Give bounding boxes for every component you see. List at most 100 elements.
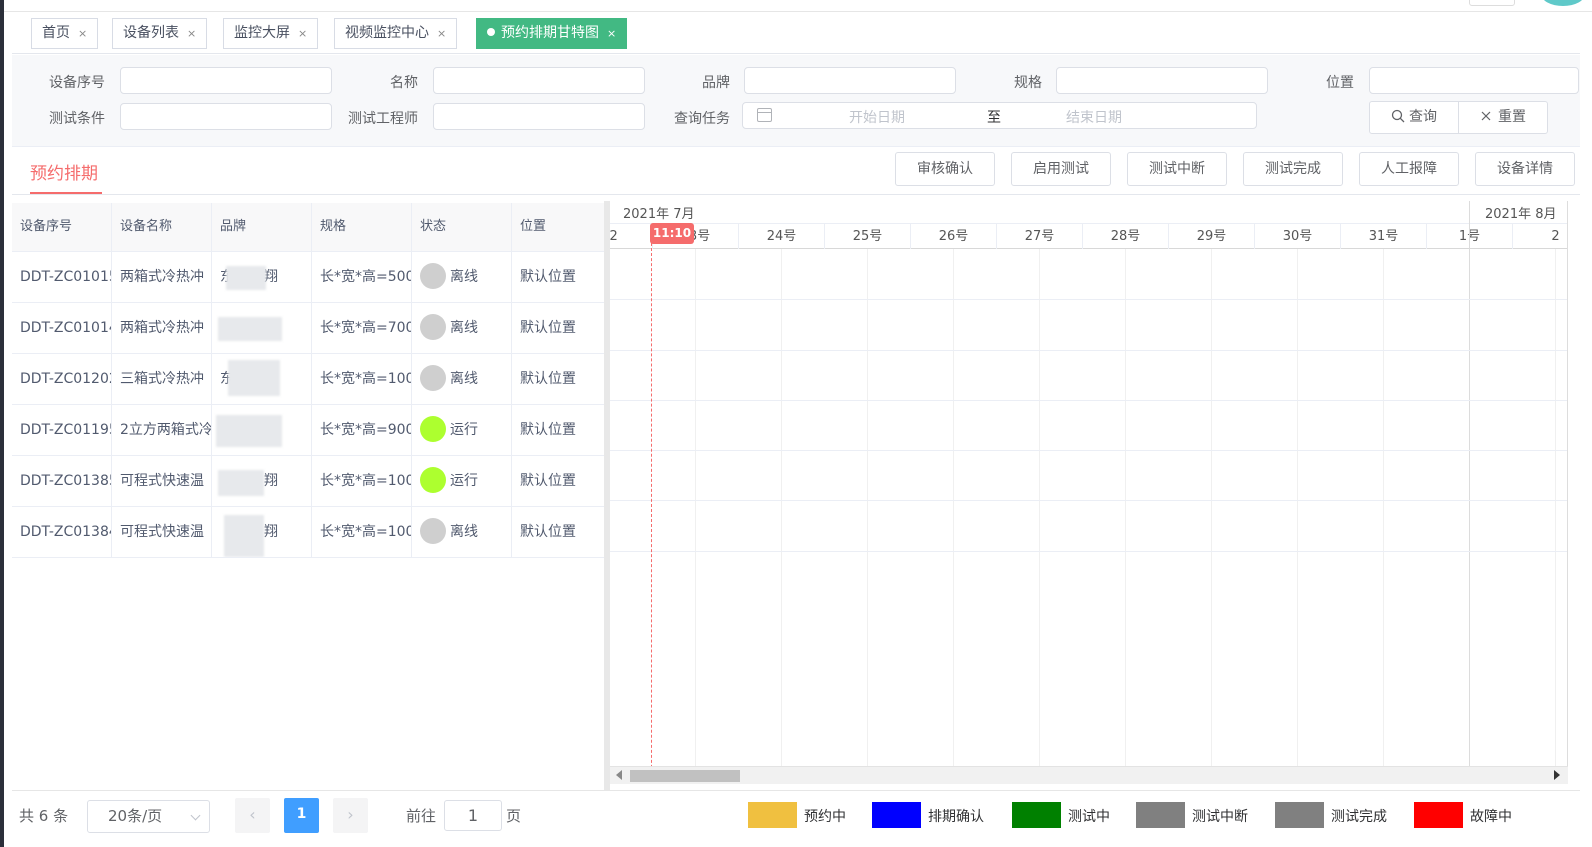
cell-serial: DDT-ZC01385 [12, 456, 112, 506]
cell-location: 默认位置 [512, 252, 612, 302]
tab-label: 设备列表 [123, 25, 179, 41]
col-location[interactable]: 位置 [512, 203, 612, 252]
col-spec[interactable]: 规格 [312, 203, 412, 252]
tab-schedule[interactable]: 预约排期 [30, 159, 98, 184]
legend-label: 故障中 [1470, 809, 1512, 825]
grid-row-line [610, 299, 1567, 300]
gantt-day: 27号 [996, 224, 1082, 249]
status-text: 离线 [450, 524, 478, 540]
brand-label: 品牌 [702, 75, 730, 91]
close-icon[interactable]: × [607, 27, 616, 40]
page-size-select[interactable]: 20条/页 [87, 800, 210, 833]
brand-input[interactable] [744, 67, 956, 94]
cell-spec: 长*宽*高=900 [312, 405, 412, 455]
status-dot-icon [420, 466, 446, 493]
close-icon[interactable]: × [437, 27, 446, 40]
avatar[interactable] [1541, 0, 1585, 6]
tab-gantt[interactable]: 预约排期甘特图 × [476, 18, 628, 49]
table-row[interactable]: DDT-ZC01384 可程式快速温 翔 长*宽*高=100 离线 默认位置 [12, 507, 612, 558]
card-header: 预约排期 审核确认 启用测试 测试中断 测试完成 人工报障 设备详情 [12, 147, 1580, 195]
navbar-button[interactable] [1469, 0, 1515, 6]
reset-button[interactable]: 重置 [1458, 101, 1548, 134]
scrollbar-thumb[interactable] [630, 770, 740, 782]
next-page-button[interactable]: › [333, 798, 368, 833]
name-input[interactable] [433, 67, 645, 94]
redacted-mask [226, 266, 266, 290]
gantt-chart: 2021年 7月 2021年 8月 22 23号 24号 25号 26号 27号… [610, 201, 1568, 781]
grid-row-line [610, 450, 1567, 451]
cell-location: 默认位置 [512, 507, 612, 557]
close-icon[interactable]: × [78, 27, 87, 40]
col-status[interactable]: 状态 [412, 203, 512, 252]
table-row[interactable]: DDT-ZC01195 2立方两箱式冷 长*宽*高=900 运行 默认位置 [12, 405, 612, 456]
scroll-right-icon[interactable] [1554, 770, 1560, 780]
table-row[interactable]: DDT-ZC01014 两箱式冷热冲 长*宽*高=700 离线 默认位置 [12, 303, 612, 354]
gantt-day: 25号 [824, 224, 910, 249]
tab-label: 监控大屏 [234, 25, 290, 41]
table-row[interactable]: DDT-ZC01202 三箱式冷热冲 东 长*宽*高=100 离线 默认位置 [12, 354, 612, 405]
tab-monitor-screen[interactable]: 监控大屏 × [223, 18, 319, 49]
approve-button[interactable]: 审核确认 [895, 152, 995, 186]
table-row[interactable]: DDT-ZC01015 两箱式冷热冲 东翔 长*宽*高=500 离线 默认位置 [12, 252, 612, 303]
prev-page-button[interactable]: ‹ [235, 798, 270, 833]
col-name[interactable]: 设备名称 [112, 203, 212, 252]
grid-line [867, 249, 868, 781]
legend-label: 排期确认 [928, 809, 984, 825]
legend-swatch [1414, 802, 1463, 828]
task-label: 查询任务 [674, 111, 730, 127]
status-text: 运行 [450, 473, 478, 489]
query-label: 查询 [1409, 109, 1437, 125]
grid-line [1555, 249, 1556, 781]
cell-name: 两箱式冷热冲 [112, 252, 212, 302]
gantt-day: 22 [610, 224, 652, 249]
condition-input[interactable] [120, 103, 332, 130]
sidebar-edge [0, 0, 4, 847]
gantt-month-july: 2021年 7月 [623, 207, 695, 222]
tab-label: 预约排期甘特图 [501, 25, 599, 41]
cell-spec: 长*宽*高=100 [312, 354, 412, 404]
col-serial[interactable]: 设备序号 [12, 203, 112, 252]
top-navbar [4, 0, 1592, 12]
grid-row-line [610, 551, 1567, 552]
start-test-button[interactable]: 启用测试 [1011, 152, 1111, 186]
query-button[interactable]: 查询 [1369, 101, 1459, 134]
grid-line [1039, 249, 1040, 781]
page-1-button[interactable]: 1 [284, 798, 319, 833]
close-icon[interactable]: × [187, 27, 196, 40]
month-divider [1469, 201, 1470, 781]
device-detail-button[interactable]: 设备详情 [1475, 152, 1575, 186]
current-time-badge: 11:10 [650, 223, 694, 244]
engineer-input[interactable] [433, 103, 645, 130]
redacted-mask [218, 317, 282, 341]
serial-input[interactable] [120, 67, 332, 94]
legend-label: 预约中 [804, 809, 846, 825]
table-row[interactable]: DDT-ZC01385 可程式快速温 翔 长*宽*高=100 运行 默认位置 [12, 456, 612, 507]
location-label: 位置 [1326, 75, 1354, 91]
complete-test-button[interactable]: 测试完成 [1243, 152, 1343, 186]
cell-serial: DDT-ZC01015 [12, 252, 112, 302]
spec-input[interactable] [1056, 67, 1268, 94]
cell-name: 2立方两箱式冷 [112, 405, 212, 455]
location-input[interactable] [1369, 67, 1579, 94]
scroll-left-icon[interactable] [616, 770, 622, 780]
report-fault-button[interactable]: 人工报障 [1359, 152, 1459, 186]
grid-line [781, 249, 782, 781]
table-header: 设备序号 设备名称 品牌 规格 状态 位置 [12, 203, 612, 252]
end-date-input[interactable]: 结束日期 [1066, 107, 1122, 127]
tab-home[interactable]: 首页 × [31, 18, 99, 49]
goto-page-input[interactable]: 1 [444, 800, 502, 831]
interrupt-test-button[interactable]: 测试中断 [1127, 152, 1227, 186]
tab-device-list[interactable]: 设备列表 × [112, 18, 208, 49]
close-icon[interactable]: × [298, 27, 307, 40]
tab-video-center[interactable]: 视频监控中心 × [334, 18, 458, 49]
gantt-horizontal-scrollbar[interactable] [610, 766, 1568, 784]
cell-brand: 东 [212, 354, 312, 404]
col-brand[interactable]: 品牌 [212, 203, 312, 252]
gantt-day-header: 22 23号 24号 25号 26号 27号 28号 29号 30号 31号 1… [610, 223, 1567, 249]
status-dot-icon [420, 517, 446, 544]
date-range-picker[interactable]: 开始日期 至 结束日期 [742, 102, 1257, 129]
start-date-input[interactable]: 开始日期 [849, 107, 905, 127]
legend-swatch [1275, 802, 1324, 828]
grid-line [695, 249, 696, 781]
gantt-day: 26号 [910, 224, 996, 249]
